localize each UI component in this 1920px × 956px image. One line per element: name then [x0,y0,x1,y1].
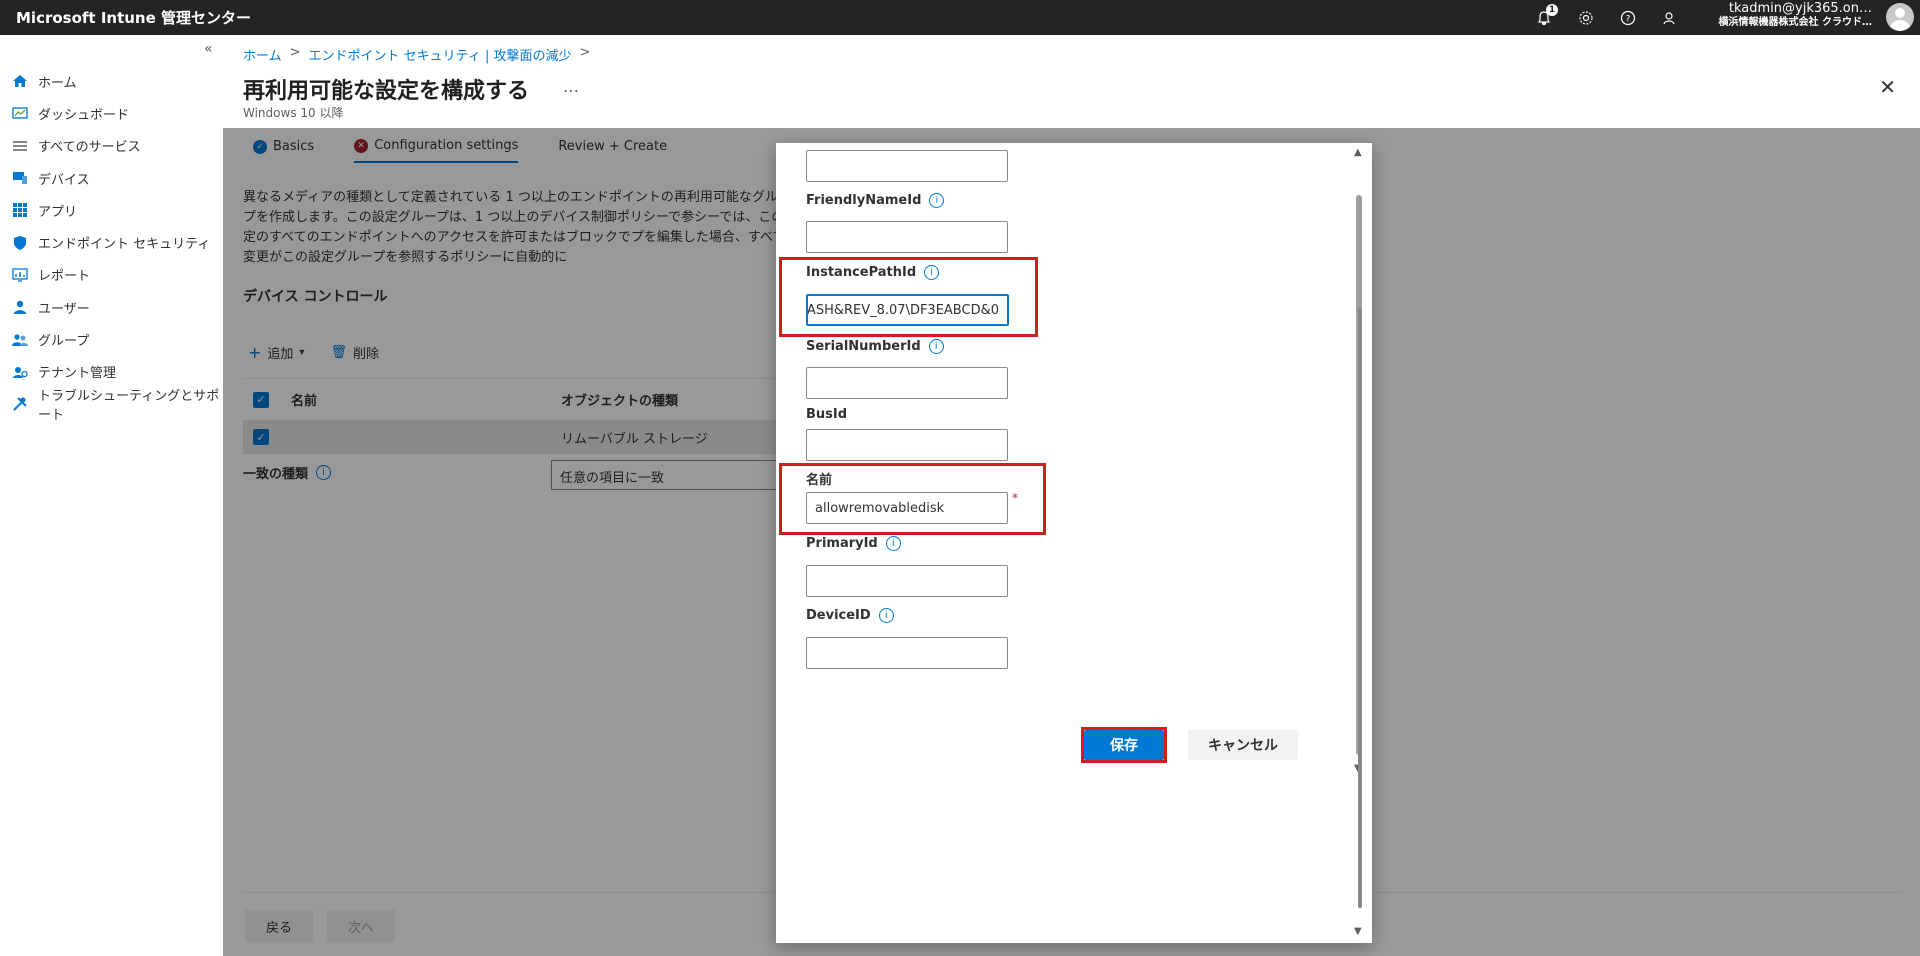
top-icons: 1 ? [1534,0,1680,35]
sidebar-item-apps[interactable]: アプリ [0,194,223,226]
device-id-label: DeviceID i [806,608,894,623]
field-label-text: SerialNumberId [806,339,921,354]
sidebar: « ホーム ダッシュボード すべてのサービス デバイス アプリ エンドポイント … [0,35,223,956]
sidebar-item-users[interactable]: ユーザー [0,291,223,323]
top-bar: Microsoft Intune 管理センター 1 ? tkadmin@yjk3… [0,0,1920,35]
field-label-text: BusId [806,407,848,422]
device-icon [13,172,27,185]
sidebar-item-all-services[interactable]: すべてのサービス [0,130,223,162]
notification-bell-icon[interactable]: 1 [1534,3,1558,28]
page-subtitle: Windows 10 以降 [243,106,344,120]
info-icon[interactable]: i [885,536,901,551]
dashboard-icon [12,107,28,120]
info-icon[interactable]: i [929,193,945,208]
sidebar-item-label: テナント管理 [38,366,117,382]
bus-id-input[interactable] [806,429,1008,461]
field-label-text: DeviceID [806,608,871,623]
sidebar-item-home[interactable]: ホーム [0,65,223,97]
field-label-text: PrimaryId [806,536,878,551]
field-label-text: InstancePathId [806,265,917,280]
breadcrumb-endpoint-security[interactable]: エンドポイント セキュリティ | 攻撃面の減少 [309,45,572,64]
friendly-name-id-label: FriendlyNameId i [806,193,945,208]
sidebar-item-endpoint-security[interactable]: エンドポイント セキュリティ [0,226,223,258]
sidebar-item-tenant-admin[interactable]: テナント管理 [0,356,223,388]
breadcrumb-home[interactable]: ホーム [243,45,282,64]
page-header: ホーム > エンドポイント セキュリティ | 攻撃面の減少 > 再利用可能な設定… [223,35,1920,128]
instance-path-id-value: ASH&REV_8.07\DF3EABCD&0 [806,302,999,318]
sidebar-item-label: トラブルシューティングとサポート [38,389,220,424]
scroll-up-icon[interactable]: ▲ [1354,147,1362,158]
field-label-text: 名前 [806,473,833,488]
serial-number-id-input[interactable] [806,367,1008,399]
notification-badge: 1 [1546,3,1558,16]
account-org: 横浜情報機器株式会社 クラウド… [1718,17,1872,28]
sidebar-item-label: アプリ [38,204,78,220]
home-icon [13,75,27,88]
bus-id-label: BusId [806,407,847,422]
report-icon [12,268,28,282]
field-input-top[interactable] [806,150,1008,182]
collapse-sidebar-icon[interactable]: « [204,41,213,57]
device-id-input[interactable] [806,637,1008,669]
tenant-icon [13,366,28,378]
breadcrumb: ホーム > エンドポイント セキュリティ | 攻撃面の減少 > [243,45,590,64]
primary-id-label: PrimaryId i [806,536,901,551]
sidebar-item-troubleshooting[interactable]: トラブルシューティングとサポート [0,388,223,424]
sidebar-item-dashboard[interactable]: ダッシュボード [0,97,223,129]
name-input[interactable]: allowremovabledisk [806,492,1008,524]
sidebar-item-label: ダッシュボード [38,107,130,123]
scrollbar[interactable]: ▲ ▼ ▼ [1348,143,1368,943]
sidebar-item-label: デバイス [38,172,90,188]
gear-icon[interactable] [1576,8,1596,28]
field-label-text: FriendlyNameId [806,193,922,208]
outer-scroll-down-icon[interactable]: ▼ [1354,926,1362,937]
avatar[interactable] [1886,3,1914,31]
sidebar-item-reports[interactable]: レポート [0,259,223,291]
list-icon [13,141,27,151]
info-icon[interactable]: i [928,339,944,354]
shield-icon [14,235,26,250]
serial-number-id-label: SerialNumberId i [806,339,944,354]
instance-path-id-input[interactable]: ASH&REV_8.07\DF3EABCD&0 [806,294,1009,326]
svg-text:?: ? [1626,14,1631,24]
device-control-modal: FriendlyNameId i InstancePathId i ASH&REV_… [776,143,1372,943]
name-label: 名前 [806,469,832,488]
account-info[interactable]: tkadmin@yjk365.on… 横浜情報機器株式会社 クラウド… [1719,2,1872,30]
sidebar-item-groups[interactable]: グループ [0,323,223,355]
close-icon[interactable]: ✕ [1879,75,1896,99]
more-options-icon[interactable]: … [563,77,579,96]
group-icon [12,333,28,346]
breadcrumb-separator: > [579,45,591,60]
feedback-icon[interactable] [1660,8,1680,28]
sidebar-item-label: すべてのサービス [38,140,141,156]
sidebar-nav: ホーム ダッシュボード すべてのサービス デバイス アプリ エンドポイント セキ… [0,65,223,424]
cancel-button[interactable]: キャンセル [1188,730,1298,760]
primary-id-input[interactable] [806,565,1008,597]
help-icon[interactable]: ? [1618,8,1638,28]
required-mark: * [1012,491,1018,505]
sidebar-item-label: グループ [38,334,90,350]
info-icon[interactable]: i [924,265,940,280]
instance-path-id-label: InstancePathId i [806,265,940,280]
apps-icon [13,203,27,218]
sidebar-item-label: ホーム [38,75,77,91]
sidebar-item-label: エンドポイント セキュリティ [38,237,211,253]
friendly-name-id-input[interactable] [806,221,1008,253]
sidebar-item-devices[interactable]: デバイス [0,162,223,194]
outer-scroll-thumb[interactable] [1358,308,1362,908]
tools-icon [13,397,27,411]
save-button[interactable]: 保存 [1084,730,1164,760]
user-icon [14,301,26,315]
info-icon[interactable]: i [878,608,894,623]
account-email: tkadmin@yjk365.on… [1728,1,1872,16]
sidebar-item-label: ユーザー [38,301,90,317]
app-title[interactable]: Microsoft Intune 管理センター [0,7,251,28]
sidebar-item-label: レポート [38,269,91,285]
page-title: 再利用可能な設定を構成する [243,79,530,104]
breadcrumb-separator: > [289,45,301,60]
